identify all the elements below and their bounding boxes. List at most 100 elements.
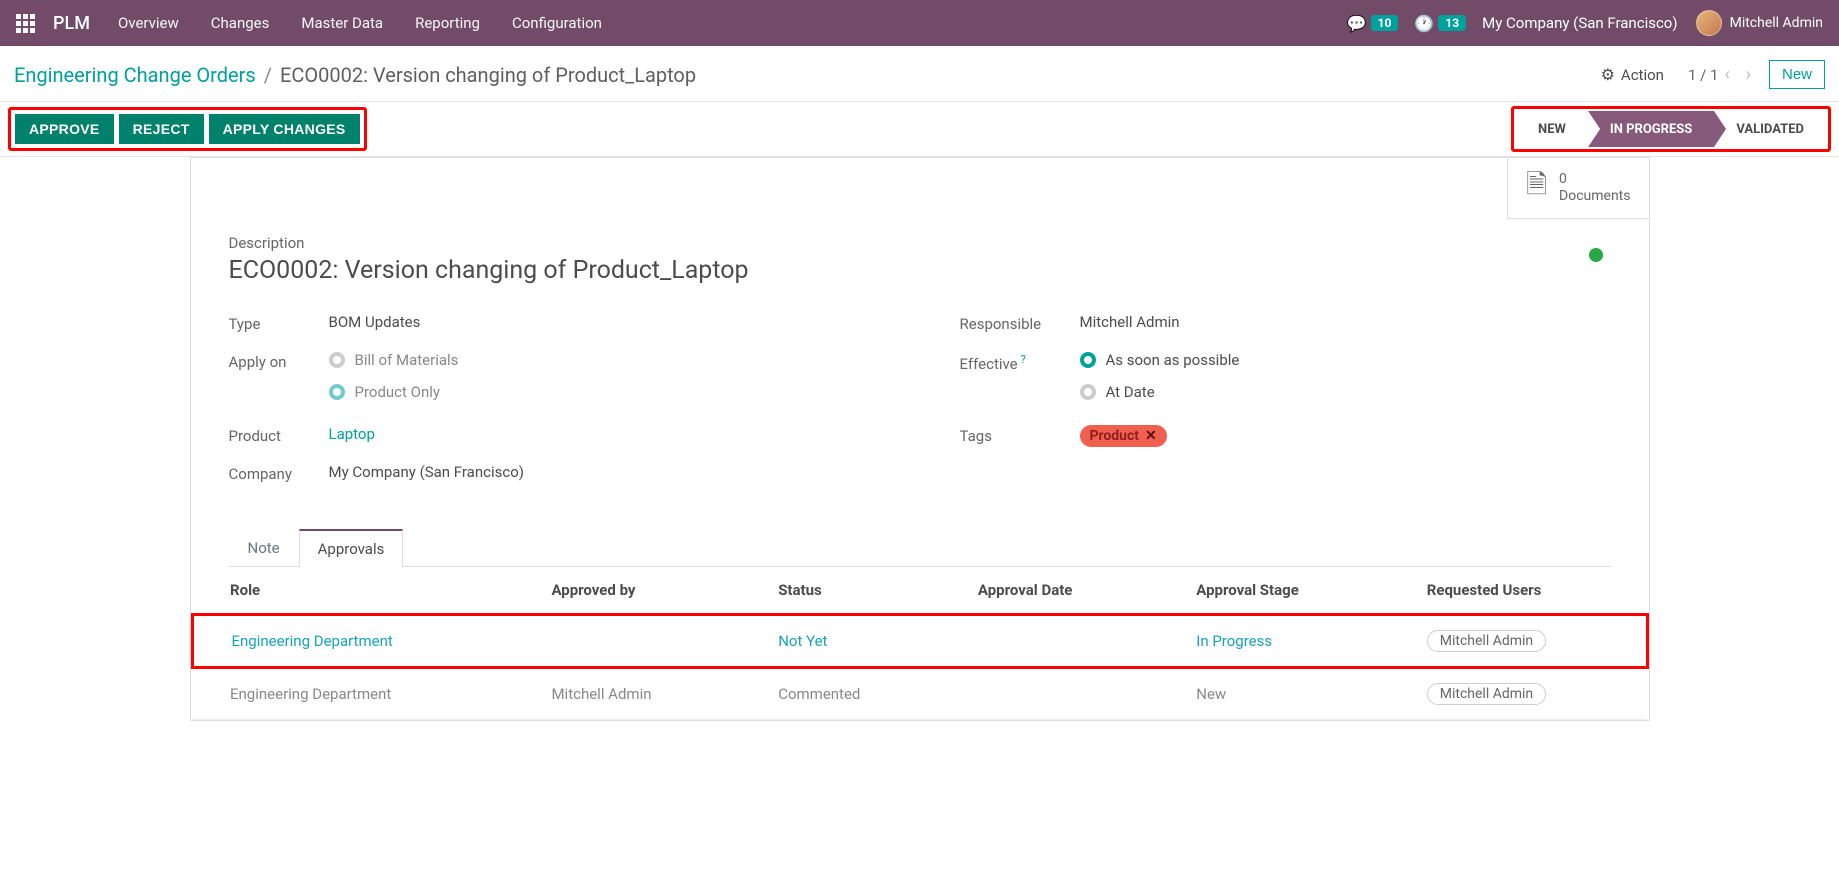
pager-next-icon[interactable]: › — [1740, 64, 1757, 85]
label-type: Type — [229, 313, 329, 333]
nav-changes[interactable]: Changes — [211, 14, 270, 32]
document-icon: 🗎 — [1526, 166, 1547, 210]
th-status: Status — [740, 567, 940, 615]
documents-button[interactable]: 🗎 0 Documents — [1507, 158, 1648, 219]
kanban-state-dot[interactable] — [1589, 248, 1603, 262]
cell-approved-by — [513, 615, 740, 668]
status-bar-highlight: NEW IN PROGRESS VALIDATED — [1511, 106, 1831, 152]
apply-on-product-label: Product Only — [355, 383, 441, 401]
cell-role-link[interactable]: Engineering Department — [232, 632, 393, 650]
breadcrumb-separator: / — [264, 63, 272, 87]
radio-icon — [1080, 352, 1096, 368]
messages-button[interactable]: 💬 10 — [1347, 14, 1399, 33]
clock-icon: 🕐 — [1414, 14, 1434, 33]
avatar-icon — [1696, 10, 1722, 36]
record-title: ECO0002: Version changing of Product_Lap… — [229, 256, 1611, 285]
app-brand[interactable]: PLM — [53, 13, 90, 34]
stage-new[interactable]: NEW — [1516, 111, 1588, 147]
apply-on-bom-label: Bill of Materials — [355, 351, 459, 369]
label-responsible: Responsible — [960, 313, 1080, 333]
messages-count: 10 — [1371, 15, 1399, 31]
user-chip[interactable]: Mitchell Admin — [1427, 630, 1546, 652]
breadcrumb-row: Engineering Change Orders / ECO0002: Ver… — [0, 46, 1839, 101]
label-product: Product — [229, 425, 329, 445]
new-button[interactable]: New — [1769, 60, 1825, 89]
messages-icon: 💬 — [1347, 14, 1367, 33]
breadcrumb: Engineering Change Orders / ECO0002: Ver… — [14, 63, 696, 87]
cell-role: Engineering Department — [192, 668, 513, 720]
nav-configuration[interactable]: Configuration — [512, 14, 602, 32]
pager-text: 1 / 1 — [1688, 66, 1719, 84]
action-buttons-highlight: APPROVE REJECT APPLY CHANGES — [8, 107, 367, 151]
radio-icon — [329, 352, 345, 368]
reject-button[interactable]: REJECT — [119, 114, 204, 144]
th-approved-by: Approved by — [513, 567, 740, 615]
cell-approved-by: Mitchell Admin — [513, 668, 740, 720]
nav-reporting[interactable]: Reporting — [415, 14, 480, 32]
cell-date — [940, 615, 1158, 668]
tag-product[interactable]: Product ✕ — [1080, 425, 1167, 447]
approve-button[interactable]: APPROVE — [15, 114, 114, 144]
gear-icon: ⚙ — [1601, 65, 1615, 84]
action-label: Action — [1621, 66, 1664, 84]
label-effective: Effective? — [960, 351, 1080, 373]
effective-at-date[interactable]: At Date — [1080, 383, 1611, 401]
user-chip[interactable]: Mitchell Admin — [1427, 683, 1546, 705]
form-sheet: 🗎 0 Documents Description ECO0002: Versi… — [190, 157, 1650, 721]
cell-stage: New — [1158, 668, 1389, 720]
help-icon[interactable]: ? — [1021, 353, 1026, 366]
nav-master-data[interactable]: Master Data — [301, 14, 383, 32]
label-apply-on: Apply on — [229, 351, 329, 371]
table-header-row: Role Approved by Status Approval Date Ap… — [192, 567, 1647, 615]
cell-status-link[interactable]: Not Yet — [778, 632, 827, 650]
apps-icon[interactable] — [16, 14, 35, 33]
th-role: Role — [192, 567, 513, 615]
tag-label: Product — [1090, 428, 1139, 444]
action-status-row: APPROVE REJECT APPLY CHANGES NEW IN PROG… — [0, 101, 1839, 157]
nav-overview[interactable]: Overview — [118, 14, 179, 32]
table-row[interactable]: Engineering Department Not Yet In Progre… — [192, 615, 1647, 668]
pager-prev-icon[interactable]: ‹ — [1718, 64, 1735, 85]
effective-at-date-label: At Date — [1106, 383, 1155, 401]
value-type: BOM Updates — [329, 313, 880, 331]
radio-icon — [1080, 384, 1096, 400]
pager: 1 / 1 ‹ › — [1688, 64, 1757, 85]
tag-remove-icon[interactable]: ✕ — [1145, 428, 1157, 444]
label-company: Company — [229, 463, 329, 483]
value-company: My Company (San Francisco) — [329, 463, 880, 481]
user-name: Mitchell Admin — [1730, 15, 1823, 31]
description-label: Description — [229, 234, 1611, 252]
tab-note[interactable]: Note — [229, 529, 299, 566]
apply-on-product-only[interactable]: Product Only — [329, 383, 880, 401]
breadcrumb-root[interactable]: Engineering Change Orders — [14, 63, 256, 87]
top-navbar: PLM Overview Changes Master Data Reporti… — [0, 0, 1839, 46]
activities-count: 13 — [1438, 15, 1466, 31]
table-row[interactable]: Engineering Department Mitchell Admin Co… — [192, 668, 1647, 720]
effective-asap-label: As soon as possible — [1106, 351, 1240, 369]
value-product-link[interactable]: Laptop — [329, 425, 375, 443]
status-bar: NEW IN PROGRESS VALIDATED — [1516, 111, 1826, 147]
radio-icon — [329, 384, 345, 400]
cell-status: Commented — [740, 668, 940, 720]
company-selector[interactable]: My Company (San Francisco) — [1482, 14, 1677, 32]
th-approval-date: Approval Date — [940, 567, 1158, 615]
user-menu[interactable]: Mitchell Admin — [1696, 10, 1823, 36]
documents-label: Documents — [1559, 188, 1630, 205]
value-responsible: Mitchell Admin — [1080, 313, 1611, 331]
effective-asap[interactable]: As soon as possible — [1080, 351, 1611, 369]
apply-changes-button[interactable]: APPLY CHANGES — [209, 114, 360, 144]
stage-validated[interactable]: VALIDATED — [1714, 111, 1826, 147]
activities-button[interactable]: 🕐 13 — [1414, 14, 1466, 33]
breadcrumb-current: ECO0002: Version changing of Product_Lap… — [280, 63, 696, 87]
cell-date — [940, 668, 1158, 720]
stage-in-progress[interactable]: IN PROGRESS — [1588, 111, 1714, 147]
th-approval-stage: Approval Stage — [1158, 567, 1389, 615]
apply-on-bom[interactable]: Bill of Materials — [329, 351, 880, 369]
cell-stage-link[interactable]: In Progress — [1196, 632, 1272, 650]
tabs: Note Approvals — [229, 529, 1611, 567]
action-menu[interactable]: ⚙ Action — [1601, 65, 1664, 84]
approvals-table: Role Approved by Status Approval Date Ap… — [191, 567, 1649, 720]
tab-approvals[interactable]: Approvals — [299, 529, 404, 567]
th-requested-users: Requested Users — [1389, 567, 1647, 615]
documents-count: 0 — [1559, 171, 1630, 188]
